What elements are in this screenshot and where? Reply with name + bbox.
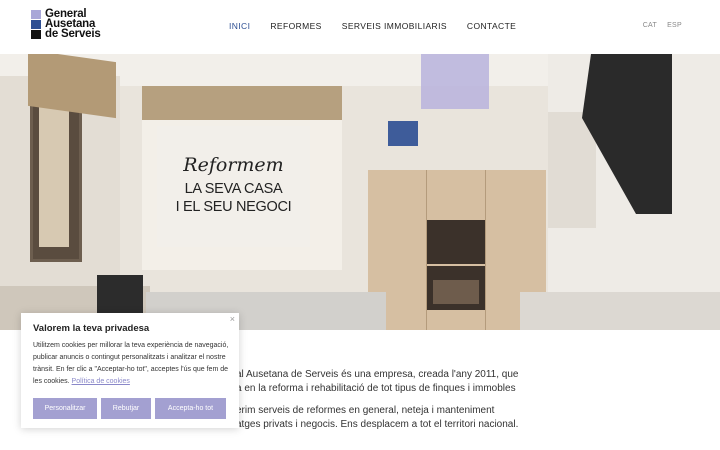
close-icon[interactable]: × — [230, 314, 235, 324]
logo-square-purple — [31, 10, 41, 19]
nav-item-reformes[interactable]: REFORMES — [270, 21, 321, 31]
reject-button[interactable]: Rebutjar — [101, 398, 151, 419]
hero-headline-line-1: LA SEVA CASA — [184, 181, 283, 197]
lang-esp[interactable]: ESP — [667, 22, 682, 29]
logo-square-black — [31, 30, 41, 39]
cookie-title: Valorem la teva privadesa — [33, 323, 150, 334]
nav-item-serveis-immobiliaris[interactable]: SERVEIS IMMOBILIARIS — [342, 21, 447, 31]
logo-text: General Ausetana de Serveis — [45, 8, 101, 40]
intro-paragraph-1: al Ausetana de Serveis és una empresa, c… — [236, 368, 526, 396]
lang-cat[interactable]: CAT — [643, 22, 657, 29]
accept-all-button[interactable]: Accepta-ho tot — [155, 398, 226, 419]
nav-item-inici[interactable]: INICI — [229, 21, 250, 31]
hero-headline-line-2: I EL SEU NEGOCI — [175, 199, 292, 215]
intro-p1-line2: a en la reforma i rehabilitació de tot t… — [236, 383, 516, 394]
hero-oven-bottom — [427, 266, 485, 310]
cookie-button-group: Personalitzar Rebutjar Accepta-ho tot — [33, 398, 226, 419]
logo-square-blue — [31, 20, 41, 29]
logo-mark — [31, 10, 41, 39]
hero-blind-center — [142, 86, 342, 120]
hero-script-title: Reformem — [183, 154, 284, 176]
nav-item-contacte[interactable]: CONTACTE — [467, 21, 516, 31]
cookie-banner: × Valorem la teva privadesa Utilitzem co… — [21, 313, 239, 428]
intro-p2-line1: erim serveis de reformes en general, net… — [236, 405, 495, 416]
hero-headline-card: Reformem LA SEVA CASA I EL SEU NEGOCI — [157, 126, 310, 247]
hero-banner: Reformem LA SEVA CASA I EL SEU NEGOCI — [0, 54, 720, 330]
decor-blue-block — [388, 121, 418, 146]
cookie-body-text: Utilitzem cookies per millorar la teva e… — [33, 342, 229, 385]
language-switcher: CAT ESP — [643, 22, 682, 29]
intro-paragraph-2: erim serveis de reformes en general, net… — [236, 404, 526, 432]
customize-button[interactable]: Personalitzar — [33, 398, 97, 419]
intro-p2-line2: atges privats i negocis. Ens desplacem a… — [236, 419, 519, 430]
logo[interactable]: General Ausetana de Serveis — [31, 8, 101, 40]
logo-line-3: de Serveis — [45, 28, 101, 40]
hero-counter-right — [520, 292, 720, 330]
intro-p1-line1: al Ausetana de Serveis és una empresa, c… — [236, 369, 519, 380]
main-nav: INICI REFORMES SERVEIS IMMOBILIARIS CONT… — [229, 21, 536, 31]
decor-purple-block — [421, 54, 489, 109]
cookie-body: Utilitzem cookies per millorar la teva e… — [33, 340, 233, 388]
hero-window-left — [30, 96, 82, 262]
site-header: General Ausetana de Serveis INICI REFORM… — [0, 0, 720, 54]
cookie-policy-link[interactable]: Política de cookies — [72, 378, 130, 385]
hero-oven-top — [427, 220, 485, 264]
intro-text: al Ausetana de Serveis és una empresa, c… — [236, 368, 526, 440]
